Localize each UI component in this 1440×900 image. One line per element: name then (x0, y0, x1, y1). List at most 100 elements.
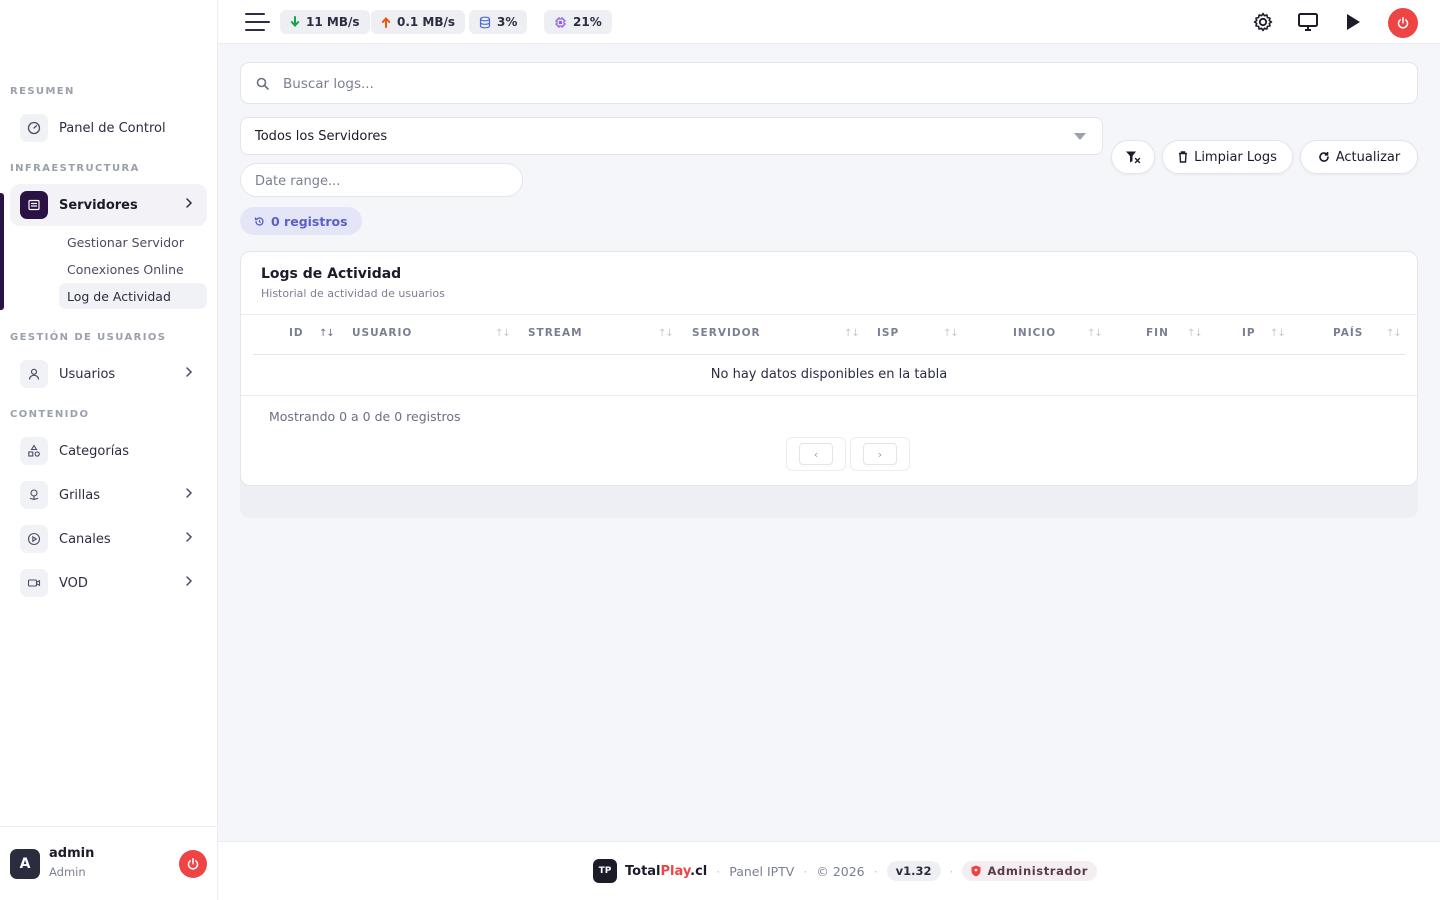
column-header-stream[interactable]: STREAM (528, 327, 583, 339)
sidebar-item-servidores[interactable]: Servidores (10, 184, 207, 226)
grid-flower-icon (20, 481, 48, 509)
hamburger-menu-icon[interactable] (245, 13, 270, 31)
gauge-icon (20, 114, 48, 142)
divider (241, 395, 1417, 396)
chevron-right-icon (186, 576, 193, 586)
refresh-label: Actualizar (1335, 149, 1401, 165)
user-role: Admin (49, 865, 86, 879)
nav-group-resumen: RESUMEN (10, 86, 75, 97)
sidebar-item-label: Usuarios (59, 366, 116, 382)
logout-button[interactable] (179, 850, 207, 878)
role-badge: Administrador (962, 861, 1098, 881)
topbar: 11 MB/s 0.1 MB/s 3% 21% (218, 0, 1440, 44)
date-range-field (240, 163, 523, 197)
sidebar-item-label: Servidores (59, 197, 138, 213)
sort-icon[interactable]: ↑↓ (1187, 328, 1203, 339)
sidebar-item-label: Canales (59, 531, 111, 547)
logs-card: Logs de Actividad Historial de actividad… (240, 251, 1418, 486)
refresh-button[interactable]: Actualizar (1300, 140, 1418, 174)
sort-icon[interactable]: ↑↓ (943, 328, 959, 339)
sidebar: RESUMEN Panel de Control INFRAESTRUCTURA… (0, 0, 218, 900)
power-icon (187, 858, 199, 870)
cpu-icon (555, 16, 566, 28)
chevron-left-icon: ‹ (799, 443, 833, 465)
column-header-isp[interactable]: ISP (877, 327, 899, 339)
column-header-inicio[interactable]: INICIO (1013, 327, 1056, 339)
arrow-down-icon (290, 16, 300, 27)
cpu-usage-badge: 21% (544, 10, 612, 34)
shield-icon (971, 865, 981, 877)
footer-copyright: © 2026 (816, 863, 865, 879)
records-count-text: 0 registros (271, 213, 348, 229)
power-button[interactable] (1388, 8, 1418, 38)
separator: · (803, 863, 808, 879)
server-select-value: Todos los Servidores (255, 128, 388, 144)
search-box (240, 62, 1418, 104)
chevron-right-icon (186, 488, 193, 498)
sort-icon[interactable]: ↑↓ (495, 328, 511, 339)
brand-part-domain: .cl (690, 863, 708, 879)
play-circle-icon (20, 525, 48, 553)
sidebar-item-grillas[interactable]: Grillas (10, 474, 207, 516)
gear-icon (1253, 12, 1273, 32)
separator: · (716, 863, 721, 879)
clear-filters-button[interactable] (1111, 140, 1155, 174)
sidebar-item-canales[interactable]: Canales (10, 518, 207, 560)
disk-usage-value: 3% (497, 15, 518, 29)
separator: · (873, 863, 878, 879)
footer-content: TP TotalPlay.cl · Panel IPTV · © 2026 · … (593, 859, 1098, 883)
role-badge-label: Administrador (987, 864, 1089, 878)
disk-usage-badge: 3% (469, 10, 528, 34)
column-header-servidor[interactable]: SERVIDOR (692, 327, 761, 339)
sidebar-item-label: Grillas (59, 487, 100, 503)
card-title: Logs de Actividad (261, 266, 402, 282)
search-input[interactable] (283, 73, 1383, 95)
column-header-ip[interactable]: IP (1242, 327, 1256, 339)
version-badge: v1.32 (886, 861, 941, 881)
column-header-pais[interactable]: PAÍS (1333, 327, 1363, 339)
brand-name[interactable]: TotalPlay.cl (625, 864, 707, 879)
monitor-button[interactable] (1295, 9, 1321, 35)
table-empty-message: No hay datos disponibles en la tabla (710, 367, 948, 382)
arrow-up-icon (381, 17, 391, 28)
refresh-icon (1318, 152, 1329, 162)
submenu-log-actividad[interactable]: Log de Actividad (59, 283, 207, 309)
clear-logs-label: Limpiar Logs (1194, 149, 1277, 165)
upload-speed-value: 0.1 MB/s (397, 15, 456, 29)
sort-icon[interactable]: ↑↓ (1087, 328, 1103, 339)
player-button[interactable] (1340, 9, 1366, 35)
settings-button[interactable] (1250, 9, 1276, 35)
sort-icon[interactable]: ↑↓ (1386, 328, 1402, 339)
chevron-right-icon: › (863, 443, 897, 465)
sort-desc-icon[interactable]: ↑↓ (319, 328, 335, 339)
clear-logs-button[interactable]: Limpiar Logs (1162, 140, 1293, 174)
pagination-next-button[interactable]: › (850, 437, 910, 471)
column-header-fin[interactable]: FIN (1146, 327, 1169, 339)
column-header-id[interactable]: ID (289, 327, 304, 339)
date-range-input[interactable] (255, 171, 505, 191)
sidebar-item-categorias[interactable]: Categorías (10, 430, 207, 472)
avatar[interactable]: A (10, 849, 40, 879)
sidebar-item-usuarios[interactable]: Usuarios (10, 353, 207, 395)
sort-icon[interactable]: ↑↓ (1270, 328, 1286, 339)
nav-group-infraestructura: INFRAESTRUCTURA (10, 163, 140, 174)
search-icon (256, 77, 269, 90)
download-speed-value: 11 MB/s (306, 15, 360, 29)
submenu-gestionar-servidor[interactable]: Gestionar Servidor (59, 229, 207, 255)
sort-icon[interactable]: ↑↓ (844, 328, 860, 339)
sort-icon[interactable]: ↑↓ (658, 328, 674, 339)
pagination-previous-button[interactable]: ‹ (786, 437, 846, 471)
divider (241, 314, 1417, 315)
submenu-conexiones-online[interactable]: Conexiones Online (59, 256, 207, 282)
filter-clear-icon (1126, 151, 1141, 164)
play-icon (1347, 14, 1360, 30)
sidebar-item-vod[interactable]: VOD (10, 562, 207, 604)
card-subtitle: Historial de actividad de usuarios (261, 287, 445, 300)
column-header-usuario[interactable]: USUARIO (352, 327, 412, 339)
server-select[interactable]: Todos los Servidores (240, 117, 1103, 155)
footer: TP TotalPlay.cl · Panel IPTV · © 2026 · … (218, 841, 1440, 900)
user-icon (20, 360, 48, 388)
user-name: admin (49, 846, 95, 861)
sidebar-item-panel[interactable]: Panel de Control (10, 107, 207, 149)
nav-group-contenido: CONTENIDO (10, 409, 90, 420)
